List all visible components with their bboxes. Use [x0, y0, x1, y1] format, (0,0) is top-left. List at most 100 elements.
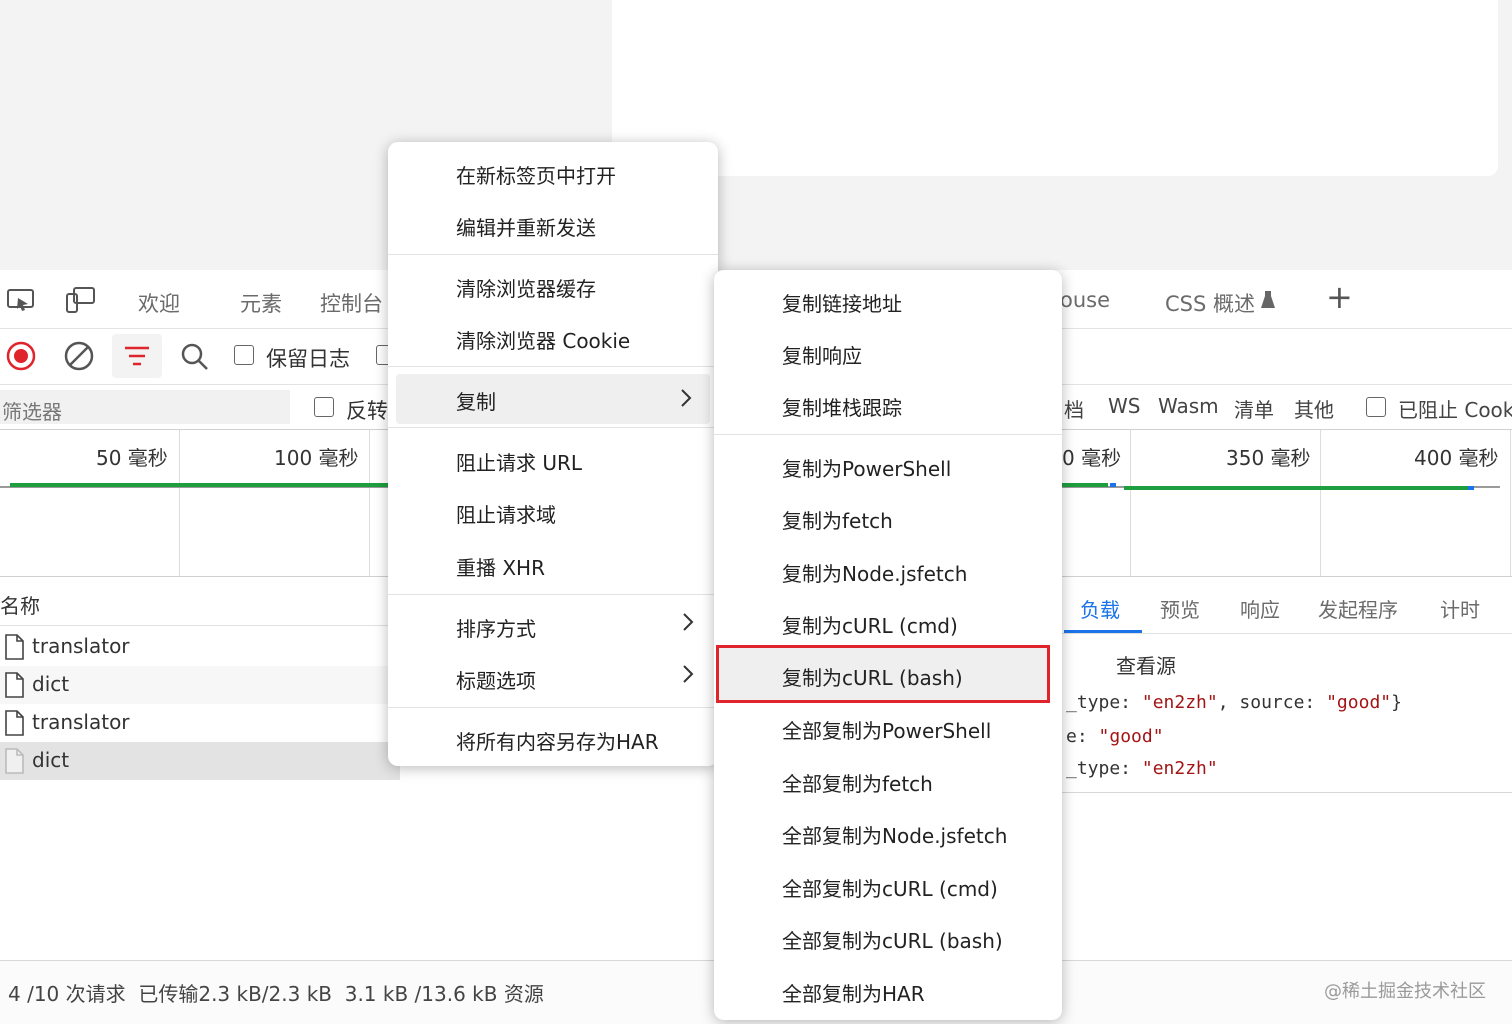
menu-item-sort-by[interactable]: 排序方式 — [388, 602, 718, 648]
page-viewport — [612, 0, 1498, 176]
tab-response[interactable]: 响应 — [1240, 594, 1280, 623]
menu-separator — [388, 707, 718, 708]
timeline-bar — [1062, 483, 1108, 487]
request-list-header: 名称 — [0, 577, 400, 626]
submenu-item-copy-all-node-fetch[interactable]: 全部复制为Node.jsfetch — [714, 809, 1062, 855]
timeline-tick: 50 毫秒 — [96, 446, 168, 470]
menu-item-clear-cache[interactable]: 清除浏览器缓存 — [388, 262, 718, 308]
timeline-gridline — [179, 430, 180, 576]
view-source-link[interactable]: 查看源 — [1116, 650, 1176, 679]
payload-line: _type: "en2zh" — [1066, 758, 1218, 779]
request-name: dict — [32, 672, 70, 696]
request-name: translator — [32, 710, 130, 734]
timeline-marker — [1110, 483, 1116, 487]
menu-item-save-har[interactable]: 将所有内容另存为HAR — [388, 715, 718, 761]
menu-item-copy[interactable]: 复制 — [396, 374, 710, 424]
menu-item-block-url[interactable]: 阻止请求 URL — [388, 436, 718, 482]
menu-item-block-domain[interactable]: 阻止请求域 — [388, 488, 718, 534]
timeline-tick: 350 毫秒 — [1226, 446, 1311, 470]
submenu-item-copy-all-har[interactable]: 全部复制为HAR — [714, 967, 1062, 1013]
name-column-header[interactable]: 名称 — [0, 590, 40, 619]
document-icon — [5, 710, 24, 736]
type-filter-other[interactable]: 其他 — [1294, 394, 1334, 423]
menu-separator — [714, 434, 1062, 435]
tab-timing[interactable]: 计时 — [1440, 594, 1480, 623]
type-filter-manifest[interactable]: 清单 — [1234, 394, 1274, 423]
invert-checkbox[interactable] — [314, 397, 334, 417]
search-icon[interactable] — [180, 342, 210, 372]
timeline-tick: 0 毫秒 — [1062, 446, 1122, 470]
submenu-item-copy-all-curl-bash[interactable]: 全部复制为cURL (bash) — [714, 914, 1062, 960]
payload-line: e: "good" — [1066, 726, 1164, 747]
submenu-item-copy-response[interactable]: 复制响应 — [714, 329, 1062, 375]
submenu-item-copy-as-powershell[interactable]: 复制为PowerShell — [714, 442, 1062, 488]
submenu-item-copy-as-fetch[interactable]: 复制为fetch — [714, 494, 1062, 540]
submenu-item-copy-all-powershell[interactable]: 全部复制为PowerShell — [714, 704, 1062, 750]
type-filter-wasm[interactable]: Wasm — [1158, 394, 1219, 418]
submenu-item-copy-all-fetch[interactable]: 全部复制为fetch — [714, 757, 1062, 803]
submenu-item-copy-as-node-fetch[interactable]: 复制为Node.jsfetch — [714, 547, 1062, 593]
tab-preview[interactable]: 预览 — [1160, 594, 1200, 623]
filter-toggle[interactable] — [112, 334, 162, 378]
menu-separator — [388, 254, 718, 255]
filter-placeholder: 筛选器 — [2, 400, 62, 424]
submenu-item-copy-as-curl-cmd[interactable]: 复制为cURL (cmd) — [714, 599, 1062, 645]
preserve-log-checkbox[interactable] — [234, 345, 254, 365]
request-row[interactable]: dict — [0, 666, 400, 704]
inspect-element-icon[interactable] — [6, 287, 36, 313]
tab-css-overview[interactable]: CSS 概述 — [1165, 288, 1255, 318]
active-tab-underline — [1064, 630, 1142, 633]
timeline-bar — [1124, 486, 1468, 490]
chevron-right-icon — [683, 665, 694, 683]
submenu-item-copy-stack-trace[interactable]: 复制堆栈跟踪 — [714, 381, 1062, 427]
add-tab-button[interactable]: + — [1326, 278, 1353, 316]
timeline-marker — [1468, 486, 1474, 490]
document-icon — [5, 672, 24, 698]
menu-item-clear-cookies[interactable]: 清除浏览器 Cookie — [388, 314, 718, 360]
timeline-gridline — [369, 430, 370, 576]
type-filter-doc[interactable]: 档 — [1064, 394, 1084, 423]
flask-icon — [1261, 291, 1275, 308]
tab-welcome[interactable]: 欢迎 — [138, 288, 180, 318]
menu-separator — [388, 427, 718, 428]
payload-line: _type: "en2zh", source: "good"} — [1066, 692, 1402, 713]
chevron-right-icon — [683, 613, 694, 631]
watermark: @稀土掘金技术社区 — [1324, 981, 1486, 1002]
details-divider — [1060, 792, 1512, 793]
filter-icon — [125, 346, 149, 366]
submenu-item-copy-link[interactable]: 复制链接地址 — [714, 277, 1062, 323]
timeline-tick: 100 毫秒 — [274, 446, 359, 470]
type-filter-ws[interactable]: WS — [1108, 394, 1140, 418]
blocked-cookies-label: 已阻止 Cook — [1398, 398, 1512, 422]
context-menu: 在新标签页中打开 编辑并重新发送 清除浏览器缓存 清除浏览器 Cookie 复制… — [388, 142, 718, 766]
request-row[interactable]: translator — [0, 628, 400, 666]
request-row-selected[interactable]: dict — [0, 742, 400, 780]
status-summary: 4 /10 次请求 已传输2.3 kB/2.3 kB 3.1 kB /13.6 … — [8, 982, 544, 1006]
document-icon — [5, 748, 24, 774]
invert-label: 反转 — [346, 399, 388, 423]
tab-payload[interactable]: 负载 — [1080, 594, 1120, 623]
request-row[interactable]: translator — [0, 704, 400, 742]
menu-item-replay-xhr[interactable]: 重播 XHR — [388, 541, 718, 587]
tab-initiator[interactable]: 发起程序 — [1318, 594, 1398, 623]
blocked-cookies-checkbox[interactable] — [1366, 397, 1386, 417]
copy-submenu: 复制链接地址 复制响应 复制堆栈跟踪 复制为PowerShell 复制为fetc… — [714, 270, 1062, 1020]
timeline-gridline — [1320, 430, 1321, 576]
submenu-item-copy-as-curl-bash[interactable]: 复制为cURL (bash) — [716, 645, 1050, 703]
menu-item-edit-resend[interactable]: 编辑并重新发送 — [388, 201, 718, 247]
submenu-item-copy-all-curl-cmd[interactable]: 全部复制为cURL (cmd) — [714, 862, 1062, 908]
tab-console[interactable]: 控制台 — [320, 288, 383, 318]
tab-elements[interactable]: 元素 — [240, 288, 282, 318]
record-icon[interactable] — [6, 341, 36, 371]
timeline-gridline — [1130, 430, 1131, 576]
device-toolbar-icon[interactable] — [64, 285, 96, 315]
menu-item-header-options[interactable]: 标题选项 — [388, 654, 718, 700]
filter-input[interactable]: 筛选器 — [0, 390, 290, 424]
tab-lighthouse[interactable]: ouse — [1060, 288, 1110, 312]
clear-icon[interactable] — [64, 341, 94, 371]
request-name: translator — [32, 634, 130, 658]
menu-item-open-new-tab[interactable]: 在新标签页中打开 — [388, 149, 718, 195]
timeline-gridline — [1510, 430, 1511, 576]
preserve-log-label: 保留日志 — [266, 347, 350, 371]
request-name: dict — [32, 748, 70, 772]
